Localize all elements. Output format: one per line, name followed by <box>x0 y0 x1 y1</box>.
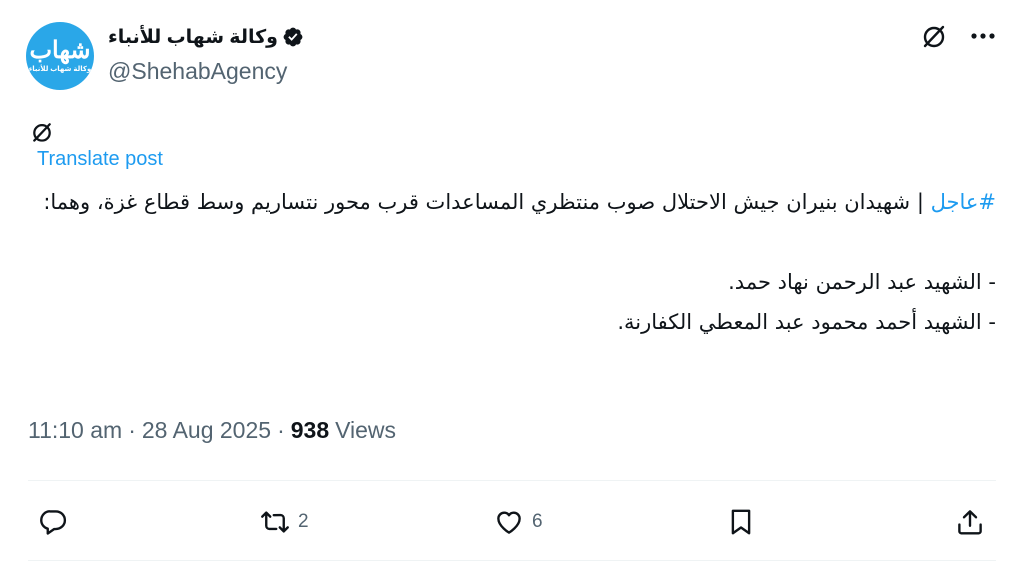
top-actions <box>920 22 996 50</box>
bookmark-icon <box>731 509 751 535</box>
grok-icon[interactable] <box>30 120 54 149</box>
post-date[interactable]: 28 Aug 2025 <box>142 417 271 444</box>
reply-button[interactable] <box>38 500 76 544</box>
display-name[interactable]: وكالة شهاب للأنباء <box>108 26 278 49</box>
repost-icon <box>261 511 289 533</box>
divider <box>28 480 996 481</box>
share-button[interactable] <box>955 500 985 544</box>
verified-badge-icon <box>283 27 303 47</box>
tweet-card: شهاب وكالة شهاب للأنباء وكالة شهاب للأنب… <box>0 0 1024 562</box>
meta-separator: · <box>128 417 136 443</box>
author-block: وكالة شهاب للأنباء @ShehabAgency <box>108 22 304 85</box>
post-line: #عاجل | شهيدان بنيران جيش الاحتلال صوب م… <box>30 182 996 222</box>
grok-icon[interactable] <box>920 22 948 50</box>
reply-icon <box>40 510 67 535</box>
avatar-logo: شهاب <box>29 34 91 64</box>
post-meta: 11:10 am · 28 Aug 2025 · 938 Views <box>28 417 396 444</box>
views-label: Views <box>335 417 397 443</box>
share-icon <box>958 510 982 535</box>
post-text: #عاجل | شهيدان بنيران جيش الاحتلال صوب م… <box>30 182 996 342</box>
post-blank-line <box>30 222 996 262</box>
avatar[interactable]: شهاب وكالة شهاب للأنباء <box>26 22 94 90</box>
more-icon[interactable] <box>970 32 996 40</box>
like-count: 6 <box>532 511 543 532</box>
post-text-line1: | شهيدان بنيران جيش الاحتلال صوب منتظري … <box>43 190 931 214</box>
action-bar: 2 6 <box>28 500 996 544</box>
views-count: 938 <box>290 417 330 443</box>
handle[interactable]: @ShehabAgency <box>108 58 304 85</box>
bookmark-button[interactable] <box>726 500 756 544</box>
divider <box>28 560 996 561</box>
repost-button[interactable]: 2 <box>260 500 309 544</box>
hashtag-link[interactable]: #عاجل <box>931 190 996 214</box>
meta-separator: · <box>277 417 285 443</box>
avatar-subtitle: وكالة شهاب للأنباء <box>28 65 92 73</box>
translate-post-link[interactable]: Translate post <box>37 148 163 171</box>
like-icon <box>497 511 521 534</box>
like-button[interactable]: 6 <box>494 500 543 544</box>
post-text-line3: - الشهيد أحمد محمود عبد المعطي الكفارنة. <box>617 310 996 334</box>
post-time[interactable]: 11:10 am <box>28 417 122 444</box>
repost-count: 2 <box>298 511 309 532</box>
post-text-line2: - الشهيد عبد الرحمن نهاد حمد. <box>728 270 996 294</box>
